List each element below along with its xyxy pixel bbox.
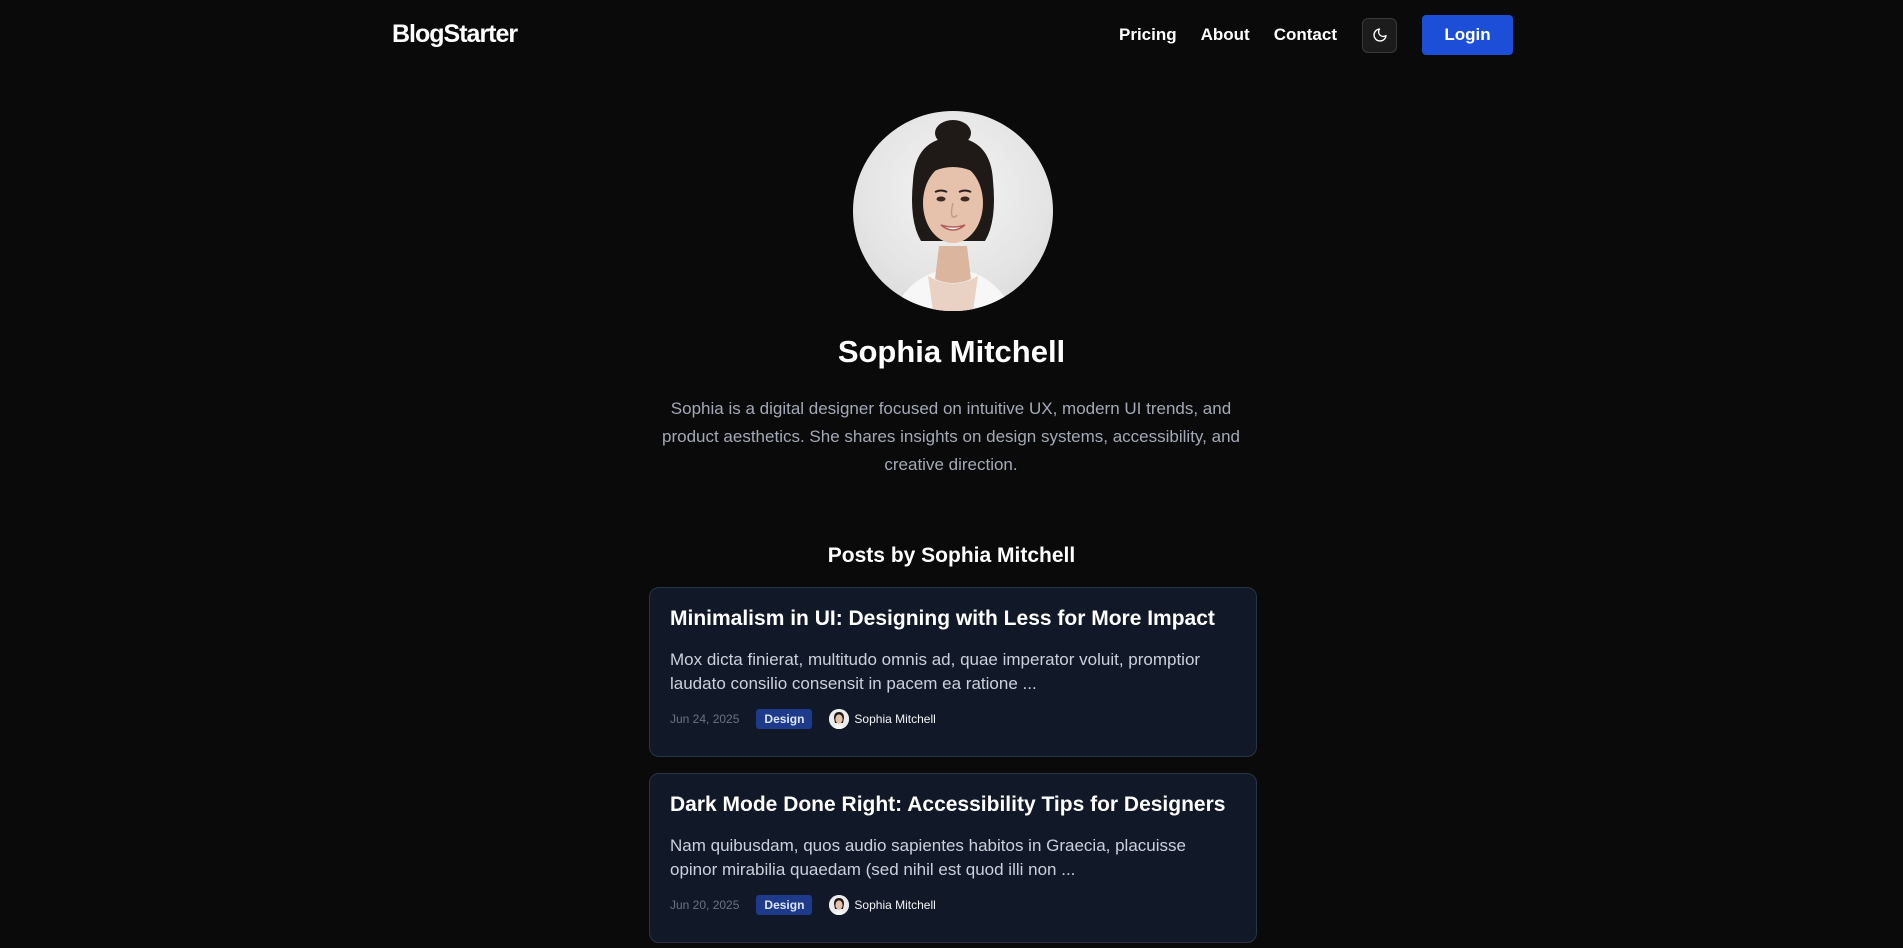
category-badge[interactable]: Design (756, 709, 813, 729)
theme-toggle-button[interactable] (1362, 17, 1397, 53)
post-author[interactable]: Sophia Mitchell (829, 709, 936, 729)
author-name: Sophia Mitchell (837, 334, 1066, 369)
main-nav: Pricing About Contact Login (1119, 0, 1513, 70)
author-avatar-small (829, 895, 850, 915)
post-excerpt: Nam quibusdam, quos audio sapientes habi… (670, 836, 1186, 879)
post-meta: Jun 24, 2025 Design Sophia Mitchell (670, 708, 936, 730)
author-bio: Sophia is a digital designer focused on … (662, 399, 1240, 474)
posts-heading: Posts by Sophia Mitchell (827, 544, 1076, 567)
moon-icon (1372, 28, 1387, 42)
post-date: Jun 24, 2025 (670, 712, 740, 726)
site-header: BlogStarter Pricing About Contact Login (0, 0, 1903, 70)
post-card[interactable]: Dark Mode Done Right: Accessibility Tips… (649, 773, 1257, 943)
brand-logo[interactable]: BlogStarter (392, 20, 518, 49)
post-title[interactable]: Dark Mode Done Right: Accessibility Tips… (670, 793, 1236, 817)
nav-link-contact[interactable]: Contact (1274, 25, 1337, 45)
author-profile-page: BlogStarter Pricing About Contact Login (0, 0, 1903, 948)
author-avatar (853, 111, 1053, 311)
post-author[interactable]: Sophia Mitchell (829, 895, 936, 915)
nav-link-pricing[interactable]: Pricing (1119, 25, 1177, 45)
post-date: Jun 20, 2025 (670, 898, 740, 912)
post-card[interactable]: Minimalism in UI: Designing with Less fo… (649, 587, 1257, 757)
author-avatar-small (829, 709, 850, 729)
author-name-small: Sophia Mitchell (854, 898, 936, 912)
author-name-small: Sophia Mitchell (854, 712, 936, 726)
category-badge[interactable]: Design (756, 895, 813, 915)
post-meta: Jun 20, 2025 Design Sophia Mitchell (670, 894, 936, 916)
login-button[interactable]: Login (1422, 15, 1513, 55)
post-excerpt: Mox dicta finierat, multitudo omnis ad, … (670, 650, 1201, 693)
post-title[interactable]: Minimalism in UI: Designing with Less fo… (670, 607, 1236, 631)
nav-link-about[interactable]: About (1201, 25, 1250, 45)
